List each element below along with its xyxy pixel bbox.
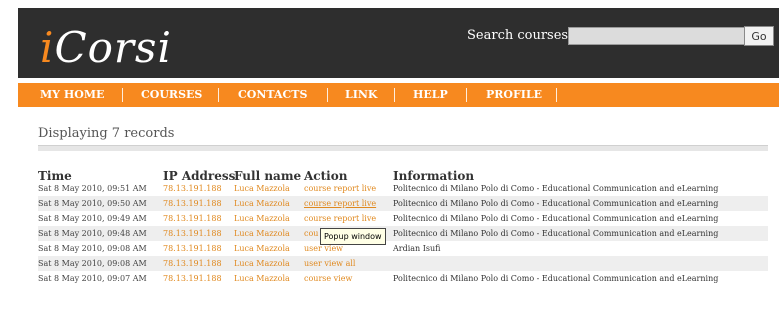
logo-text: Corsi bbox=[54, 23, 172, 72]
full-name-link[interactable]: Luca Mazzola bbox=[234, 211, 290, 226]
action-link[interactable]: course report live bbox=[304, 181, 376, 196]
search-courses-label: Search courses bbox=[467, 28, 569, 43]
action-link[interactable]: course view bbox=[304, 271, 352, 286]
action-link[interactable]: cou bbox=[304, 226, 318, 241]
table-top-rule bbox=[38, 145, 768, 151]
ip-address-link[interactable]: 78.13.191.188 bbox=[163, 181, 222, 196]
nav-contacts[interactable]: CONTACTS bbox=[238, 83, 307, 107]
site-logo[interactable]: iCorsi bbox=[40, 23, 172, 73]
logo-letter-i: i bbox=[40, 23, 55, 72]
nav-profile[interactable]: PROFILE bbox=[486, 83, 542, 107]
site-header: iCorsi Search courses Go bbox=[18, 8, 779, 78]
full-name-link[interactable]: Luca Mazzola bbox=[234, 271, 290, 286]
full-name-link[interactable]: Luca Mazzola bbox=[234, 196, 290, 211]
full-name-link[interactable]: Luca Mazzola bbox=[234, 181, 290, 196]
nav-courses[interactable]: COURSES bbox=[141, 83, 202, 107]
nav-separator bbox=[466, 88, 467, 102]
search-courses-input[interactable] bbox=[568, 27, 745, 45]
information-cell: Politecnico di Milano Polo di Como - Edu… bbox=[393, 214, 719, 223]
time-cell: Sat 8 May 2010, 09:07 AM bbox=[38, 274, 147, 283]
time-cell: Sat 8 May 2010, 09:48 AM bbox=[38, 229, 147, 238]
information-cell: Politecnico di Milano Polo di Como - Edu… bbox=[393, 229, 719, 238]
nav-help[interactable]: HELP bbox=[413, 83, 448, 107]
ip-address-link[interactable]: 78.13.191.188 bbox=[163, 256, 222, 271]
ip-address-link[interactable]: 78.13.191.188 bbox=[163, 241, 222, 256]
main-nav: MY HOME COURSES CONTACTS LINK HELP PROFI… bbox=[18, 83, 779, 107]
table-row: Sat 8 May 2010, 09:50 AM 78.13.191.188 L… bbox=[38, 196, 768, 211]
nav-separator bbox=[122, 88, 123, 102]
table-row: Sat 8 May 2010, 09:07 AM 78.13.191.188 L… bbox=[38, 271, 768, 286]
nav-separator bbox=[394, 88, 395, 102]
time-cell: Sat 8 May 2010, 09:08 AM bbox=[38, 259, 147, 268]
action-link[interactable]: user view all bbox=[304, 256, 355, 271]
table-row: Sat 8 May 2010, 09:08 AM 78.13.191.188 L… bbox=[38, 241, 768, 256]
nav-link[interactable]: LINK bbox=[345, 83, 378, 107]
action-link[interactable]: course report live bbox=[304, 211, 376, 226]
records-count: Displaying 7 records bbox=[38, 126, 175, 141]
nav-my-home[interactable]: MY HOME bbox=[40, 83, 104, 107]
nav-separator bbox=[218, 88, 219, 102]
full-name-link[interactable]: Luca Mazzola bbox=[234, 226, 290, 241]
ip-address-link[interactable]: 78.13.191.188 bbox=[163, 211, 222, 226]
table-row: Sat 8 May 2010, 09:08 AM 78.13.191.188 L… bbox=[38, 256, 768, 271]
time-cell: Sat 8 May 2010, 09:49 AM bbox=[38, 214, 147, 223]
information-cell: Ardian Isufi bbox=[393, 244, 441, 253]
table-row: Sat 8 May 2010, 09:51 AM 78.13.191.188 L… bbox=[38, 181, 768, 196]
action-link[interactable]: course report live bbox=[304, 196, 376, 211]
table-row: Sat 8 May 2010, 09:49 AM 78.13.191.188 L… bbox=[38, 211, 768, 226]
full-name-link[interactable]: Luca Mazzola bbox=[234, 241, 290, 256]
ip-address-link[interactable]: 78.13.191.188 bbox=[163, 226, 222, 241]
nav-separator bbox=[556, 88, 557, 102]
time-cell: Sat 8 May 2010, 09:51 AM bbox=[38, 184, 147, 193]
ip-address-link[interactable]: 78.13.191.188 bbox=[163, 271, 222, 286]
information-cell: Politecnico di Milano Polo di Como - Edu… bbox=[393, 199, 719, 208]
go-button[interactable]: Go bbox=[744, 26, 774, 46]
information-cell: Politecnico di Milano Polo di Como - Edu… bbox=[393, 274, 719, 283]
information-cell: Politecnico di Milano Polo di Como - Edu… bbox=[393, 184, 719, 193]
time-cell: Sat 8 May 2010, 09:08 AM bbox=[38, 244, 147, 253]
popup-window-tooltip: Popup window bbox=[320, 228, 386, 245]
nav-separator bbox=[327, 88, 328, 102]
full-name-link[interactable]: Luca Mazzola bbox=[234, 256, 290, 271]
time-cell: Sat 8 May 2010, 09:50 AM bbox=[38, 199, 147, 208]
table-row: Sat 8 May 2010, 09:48 AM 78.13.191.188 L… bbox=[38, 226, 768, 241]
ip-address-link[interactable]: 78.13.191.188 bbox=[163, 196, 222, 211]
